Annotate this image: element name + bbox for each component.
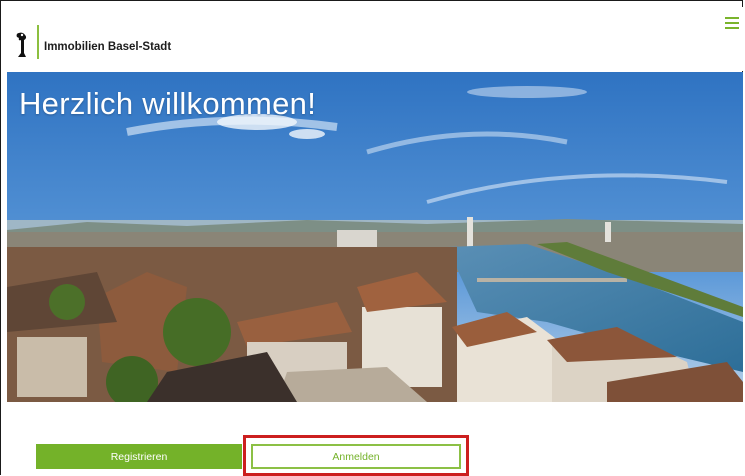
hero-title: Herzlich willkommen! [19, 86, 317, 121]
login-button[interactable]: Anmelden [251, 444, 461, 469]
hero-banner: Herzlich willkommen! [7, 72, 743, 402]
hamburger-menu-icon[interactable] [725, 17, 739, 29]
app-frame: Immobilien Basel-Stadt Herzlich willkomm… [0, 0, 744, 476]
header: Immobilien Basel-Stadt [7, 7, 743, 71]
register-button[interactable]: Registrieren [36, 444, 242, 469]
basel-staff-icon [15, 31, 31, 59]
action-bar: Registrieren Anmelden [1, 402, 744, 476]
logo-divider [37, 25, 39, 59]
brand-name: Immobilien Basel-Stadt [44, 41, 172, 53]
